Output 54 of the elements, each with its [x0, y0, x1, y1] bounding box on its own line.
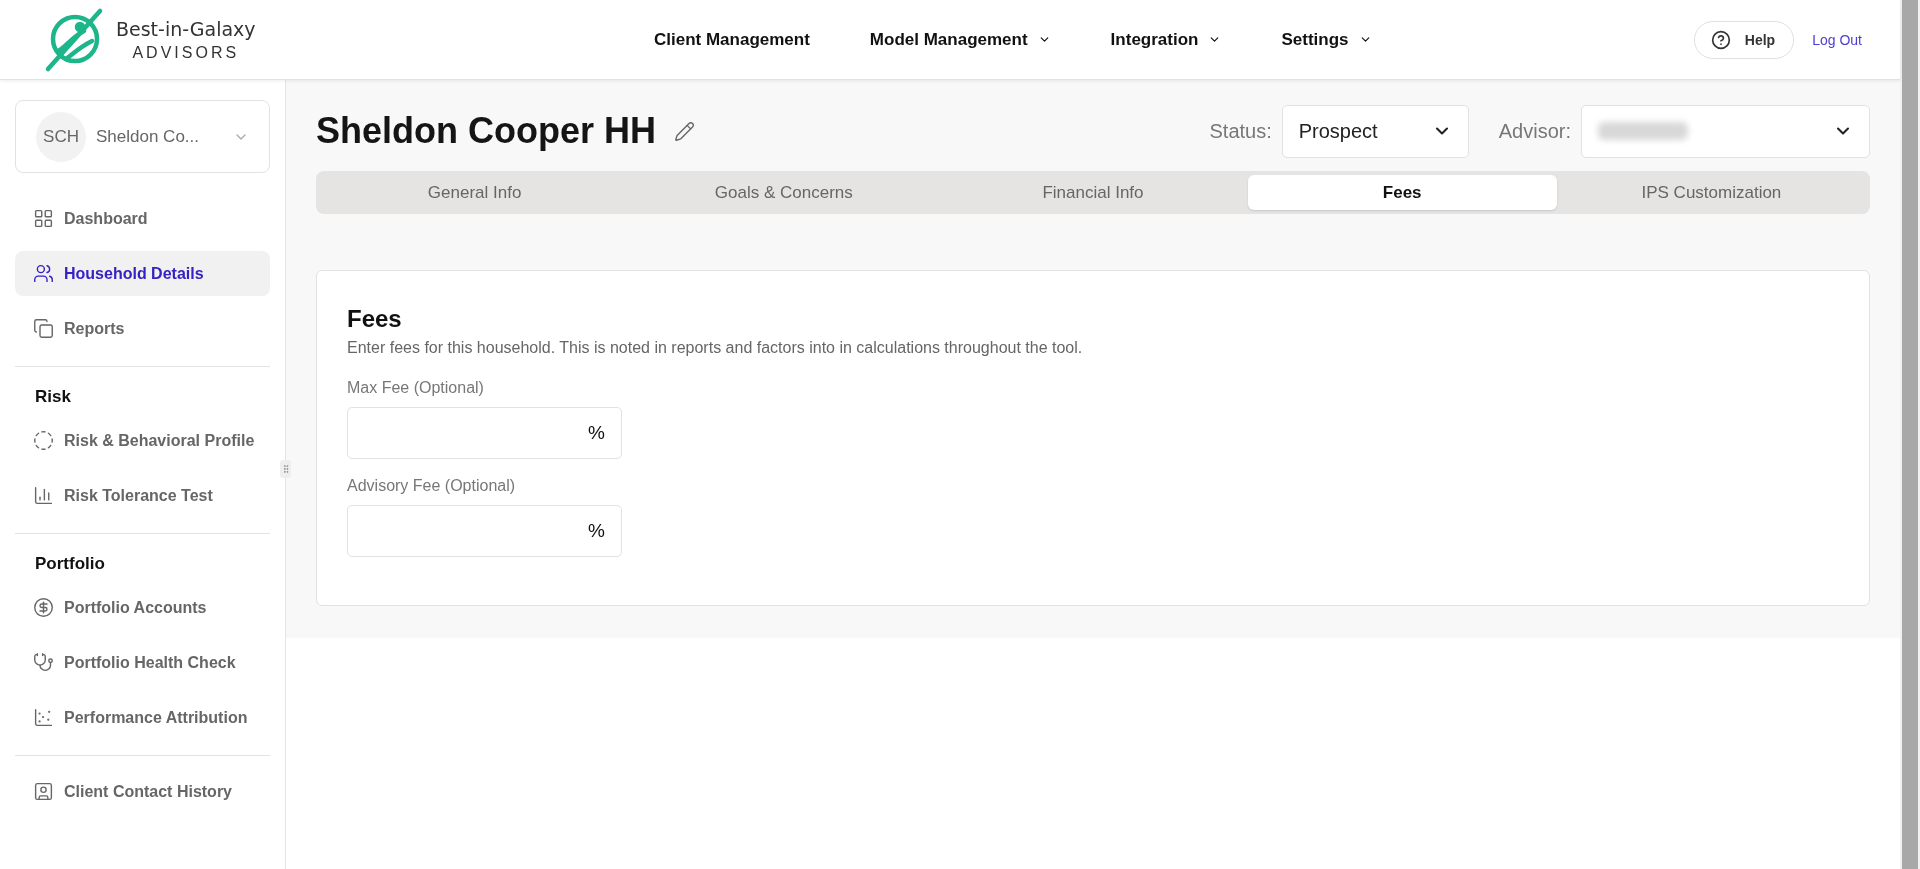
- tab[interactable]: IPS Customization: [1556, 175, 1866, 210]
- advisor-label: Advisor:: [1498, 119, 1571, 143]
- nav-menu-item[interactable]: Model Management: [839, 21, 1081, 58]
- scrollbar[interactable]: [1902, 0, 1918, 869]
- contact-book-icon: [33, 781, 54, 802]
- resize-handle[interactable]: [280, 460, 291, 478]
- avatar-initials: SCH: [36, 111, 86, 162]
- account-name: Sheldon Co...: [96, 126, 200, 147]
- bar-chart-icon: [33, 485, 54, 506]
- household-title: Sheldon Cooper HH: [316, 110, 656, 152]
- percent-unit: %: [588, 520, 605, 542]
- planet-logo-icon: [44, 6, 104, 73]
- sidebar-item[interactable]: Portfolio Accounts: [15, 585, 270, 630]
- tab[interactable]: Fees: [1247, 175, 1557, 210]
- field-label: Max Fee (Optional): [347, 379, 485, 397]
- help-button[interactable]: Help: [1693, 20, 1795, 59]
- sidebar-item[interactable]: Risk & Behavioral Profile: [15, 418, 270, 463]
- copy-icon: [33, 318, 54, 339]
- sidebar-item[interactable]: Portfolio Health Check: [15, 640, 270, 685]
- nav-menu-item[interactable]: Integration: [1080, 21, 1252, 58]
- tab[interactable]: Financial Info: [938, 175, 1248, 210]
- tab[interactable]: Goals & Concerns: [629, 175, 939, 210]
- nav-menu-item[interactable]: Settings: [1251, 21, 1402, 58]
- sidebar-item[interactable]: Reports: [15, 306, 270, 351]
- nav-menu-item[interactable]: Client Management: [624, 21, 840, 58]
- dashed-circle-icon: [33, 430, 54, 451]
- brand-name: Best-in-Galaxy: [116, 17, 256, 40]
- log-out-link[interactable]: Log Out: [1812, 31, 1862, 48]
- edit-icon[interactable]: [674, 120, 695, 142]
- field-label: Advisory Fee (Optional): [347, 477, 517, 495]
- help-icon: [1710, 29, 1731, 50]
- input-field[interactable]: %: [347, 505, 622, 557]
- sidebar-item[interactable]: Client Contact History: [15, 769, 270, 814]
- stethoscope-icon: [33, 652, 54, 673]
- card-title: Fees: [347, 305, 403, 333]
- tab[interactable]: General Info: [320, 175, 630, 210]
- users-icon: [33, 263, 54, 284]
- section-heading: Risk: [34, 386, 72, 408]
- percent-unit: %: [588, 422, 605, 444]
- advisor-dropdown[interactable]: [1581, 104, 1870, 158]
- sidebar-item[interactable]: Risk Tolerance Test: [15, 473, 270, 518]
- status-label: Status:: [1209, 119, 1272, 143]
- sidebar-item[interactable]: Performance Attribution: [15, 695, 270, 740]
- brand-tagline: ADVISORS: [132, 43, 240, 62]
- input-field[interactable]: %: [347, 407, 622, 459]
- card-description: Enter fees for this household. This is noted in reports and factors into in calculations throughout the tool.: [347, 339, 1084, 357]
- grid-icon: [33, 208, 54, 229]
- sidebar-item[interactable]: Household Details: [15, 251, 270, 296]
- status-dropdown[interactable]: Prospect: [1281, 104, 1469, 158]
- dollar-circle-icon: [33, 597, 54, 618]
- scatter-chart-icon: [33, 707, 54, 728]
- section-heading: Portfolio: [34, 553, 106, 575]
- sidebar-item[interactable]: Dashboard: [15, 196, 270, 241]
- account-selector[interactable]: SCH Sheldon Co...: [15, 100, 270, 173]
